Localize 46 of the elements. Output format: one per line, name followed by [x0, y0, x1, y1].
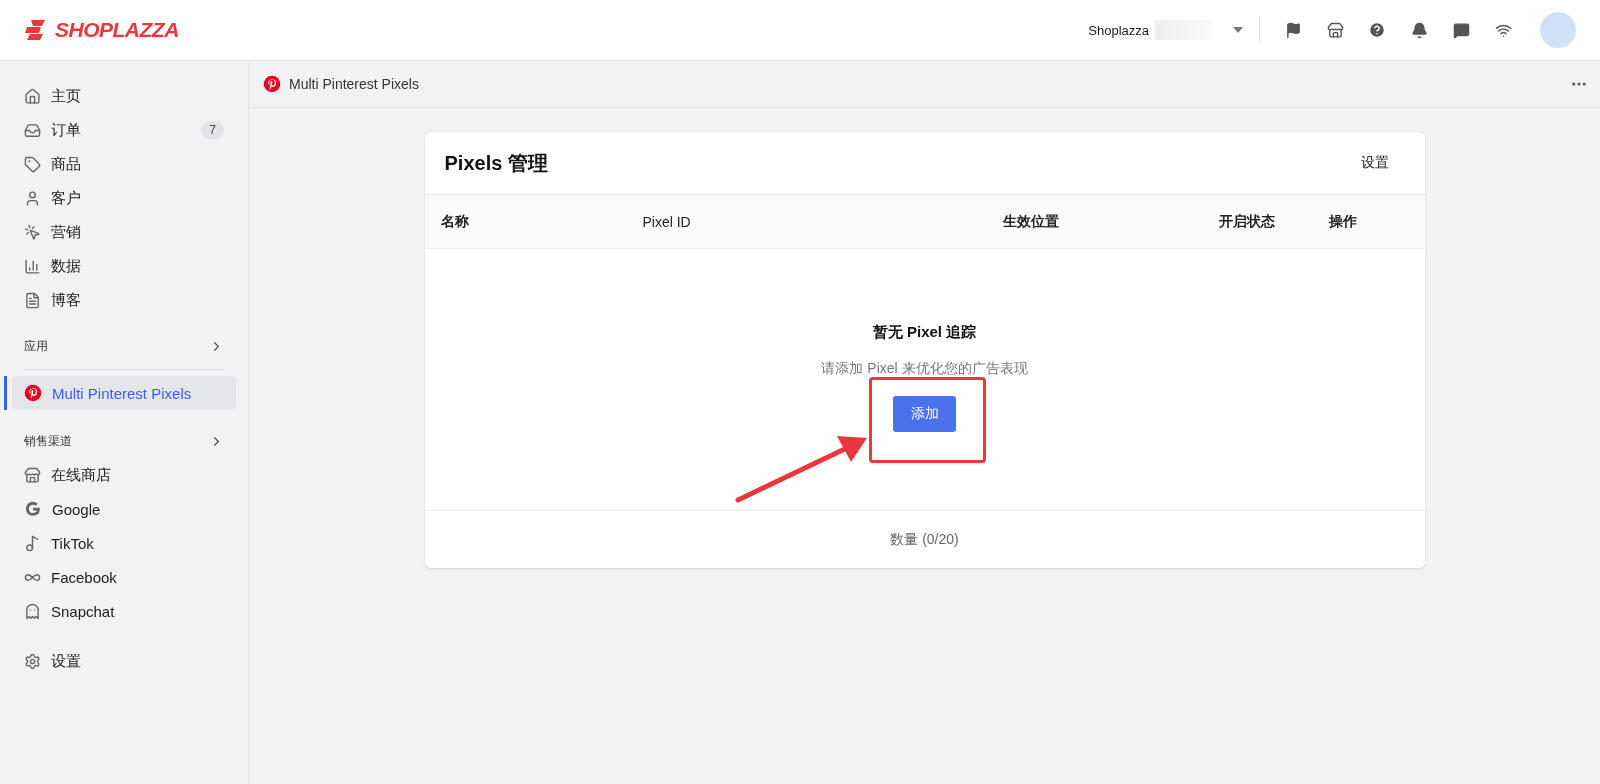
empty-text: 请添加 Pixel 来优化您的广告表现: [821, 360, 1028, 378]
nav-item[interactable]: TikTok: [12, 526, 236, 560]
nav-icon: [24, 652, 41, 670]
apps-section-header[interactable]: 应用: [12, 329, 236, 363]
pinterest-icon: [263, 75, 281, 93]
nav-item[interactable]: 营销: [12, 215, 236, 249]
nav-icon: [24, 223, 41, 241]
channels-section-header[interactable]: 销售渠道: [12, 424, 236, 458]
nav-item[interactable]: 客户: [12, 181, 236, 215]
nav-icon: [24, 291, 41, 309]
pinterest-icon: [24, 384, 42, 402]
nav-icon: [24, 257, 41, 275]
column-header: 操作: [1328, 212, 1357, 231]
selection-bar: [4, 376, 7, 410]
nav-icon: [24, 534, 41, 552]
google-icon: [24, 500, 42, 518]
nav-item[interactable]: 在线商店: [12, 458, 236, 492]
column-header: 开启状态: [1218, 212, 1275, 231]
nav-icon: [24, 87, 41, 105]
column-header: 生效位置: [1002, 212, 1059, 231]
nav-item[interactable]: 博客: [12, 283, 236, 317]
settings-link[interactable]: 设置: [1360, 154, 1389, 172]
nav-item[interactable]: Snapchat: [12, 594, 236, 628]
nav-icon: [24, 602, 41, 620]
nav-item[interactable]: 主页: [12, 79, 236, 113]
nav-item[interactable]: 商品: [12, 147, 236, 181]
add-button[interactable]: 添加: [893, 396, 956, 432]
empty-title: 暂无 Pixel 追踪: [872, 323, 977, 342]
nav-item[interactable]: Facebook: [12, 560, 236, 594]
card-title: Pixels 管理: [444, 150, 548, 176]
count-badge: 7: [201, 121, 224, 139]
nav-item[interactable]: 数据: [12, 249, 236, 283]
column-header: Pixel ID: [642, 213, 691, 230]
breadcrumb-title: Multi Pinterest Pixels: [289, 76, 420, 92]
count-text: 数量 (0/20): [889, 529, 960, 549]
column-header: 名称: [440, 212, 469, 231]
nav-item[interactable]: Google: [12, 492, 236, 526]
caret-icon: [1233, 27, 1243, 33]
nav-icon: [24, 155, 41, 173]
nav-icon: [24, 189, 41, 207]
nav-icon: [24, 466, 41, 484]
logo-text: SHOPLAZZA: [55, 18, 179, 42]
nav-icon: [24, 121, 41, 139]
nav-item[interactable]: 订单 7: [12, 113, 236, 147]
nav-item[interactable]: 设置: [12, 644, 236, 678]
store-selector[interactable]: Shoplazza: [1088, 16, 1260, 44]
